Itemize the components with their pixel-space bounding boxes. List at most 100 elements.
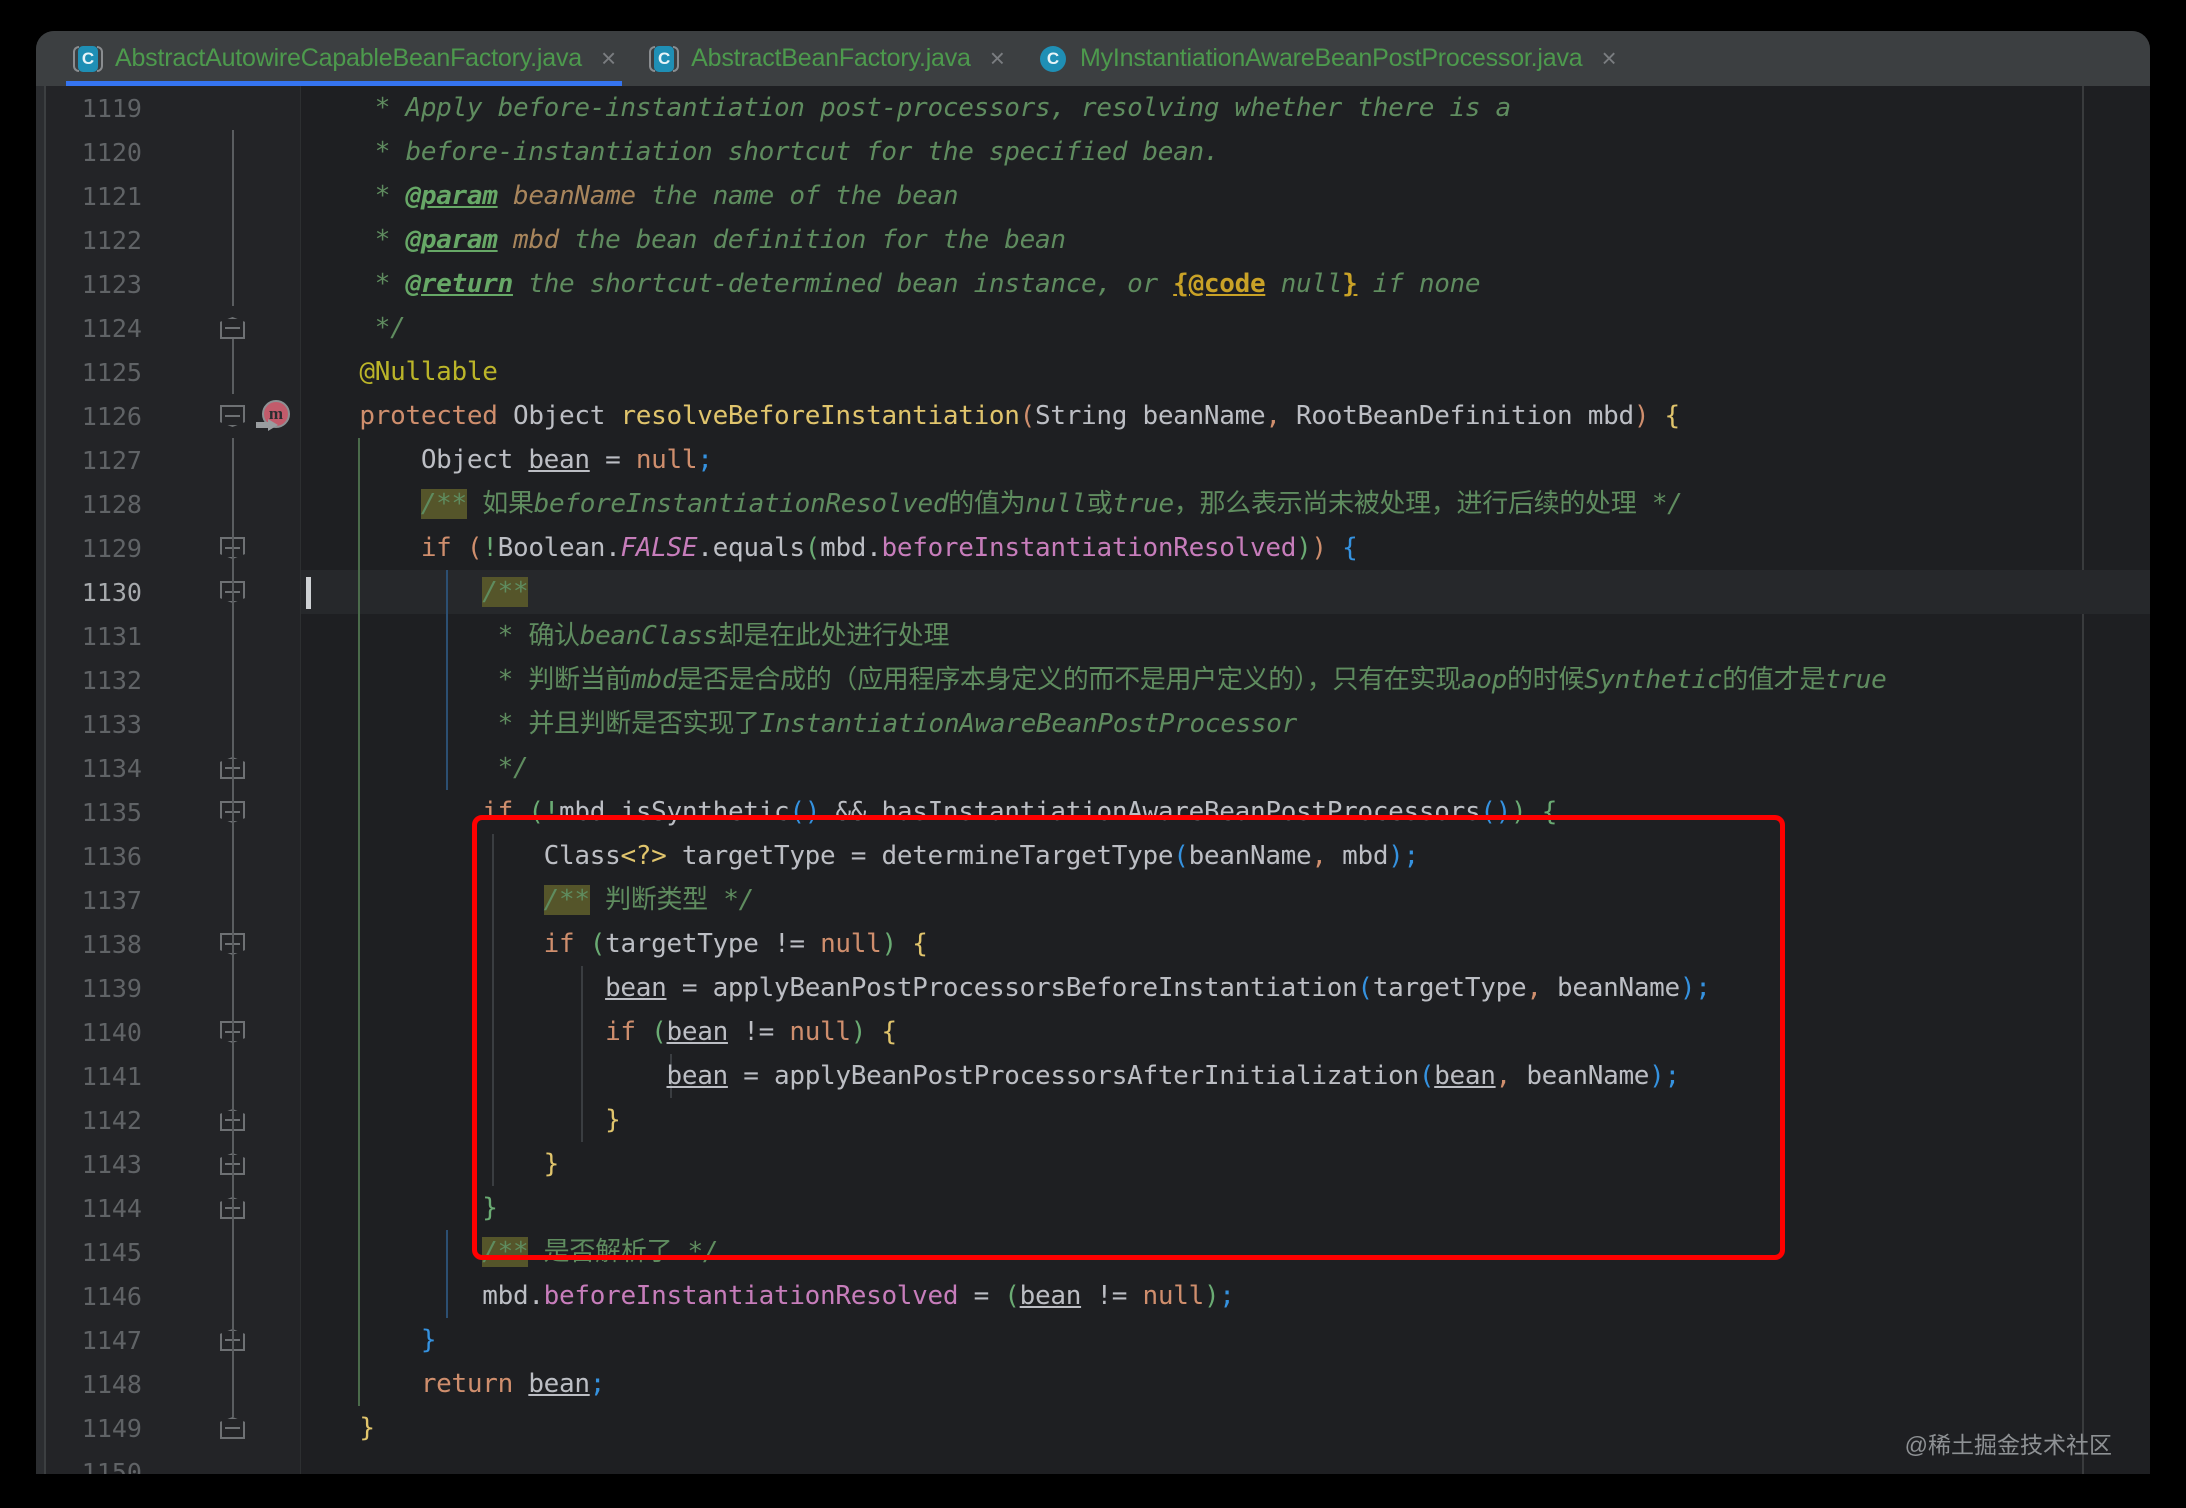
code-line-1129[interactable]: 1129 if (!Boolean.FALSE.equals(mbd.befor… [36,526,2150,570]
code-text: if (bean != null) { [605,1017,897,1047]
code-line-1150[interactable]: 1150 [36,1450,2150,1475]
gutter-marks [148,1406,298,1450]
code-line-1149[interactable]: 1149 } [36,1406,2150,1450]
code-line-1148[interactable]: 1148 return bean; [36,1362,2150,1406]
gutter-marks [148,1186,298,1230]
code-line-1136[interactable]: 1136 Class<?> targetType = determineTarg… [36,834,2150,878]
code-line-1141[interactable]: 1141 bean = applyBeanPostProcessorsAfter… [36,1054,2150,1098]
code-text: Object bean = null; [420,445,713,475]
code-line-1134[interactable]: 1134 */ [36,746,2150,790]
code-text: * @param beanName the name of the bean [298,181,959,211]
code-line-1133[interactable]: 1133 * 并且判断是否实现了InstantiationAwareBeanPo… [36,702,2150,746]
gutter-marks [148,570,298,614]
line-number: 1142 [81,1105,142,1135]
editor-tab-label: AbstractAutowireCapableBeanFactory.java [115,44,582,72]
code-line-1120[interactable]: 1120 * before-instantiation shortcut for… [36,130,2150,174]
fold-marker-end-icon[interactable] [220,1417,245,1439]
editor-tab-abstractbeanfactory[interactable]: C AbstractBeanFactory.java × [632,31,1021,86]
code-text: if (!mbd.isSynthetic() && hasInstantiati… [482,797,1558,827]
code-line-1123[interactable]: 1123 * @return the shortcut-determined b… [36,262,2150,306]
abstract-class-icon: C [649,45,680,73]
code-editor[interactable]: 1119 * Apply before-instantiation post-p… [36,86,2150,1474]
class-icon-letter: C [654,45,675,72]
code-text: } [420,1325,437,1355]
screenshot-root: C AbstractAutowireCapableBeanFactory.jav… [0,0,2186,1508]
line-number: 1136 [81,841,142,871]
code-line-1146[interactable]: 1146 mbd.beforeInstantiationResolved = (… [36,1274,2150,1318]
code-line-1125[interactable]: 1125 @Nullable [36,350,2150,394]
code-text: * 判断当前mbd是否是合成的（应用程序本身定义的而不是用户定义的），只有在实现… [298,665,1887,695]
gutter-marks [148,1098,298,1142]
code-text: } [543,1149,560,1179]
code-line-1142[interactable]: 1142 } [36,1098,2150,1142]
close-icon[interactable]: × [1601,45,1616,71]
line-number: 1150 [81,1457,142,1475]
code-text: } [605,1105,621,1135]
line-number: 1126 [81,401,142,431]
gutter-marks: m [148,394,298,438]
overridden-method-icon[interactable]: m [256,400,294,434]
gutter-marks [148,218,298,262]
code-text: bean = applyBeanPostProcessorsBeforeInst… [605,973,1711,1003]
gutter-marks [148,1230,298,1274]
editor-tab-myinstantiationawarebeanpostprocessor[interactable]: C MyInstantiationAwareBeanPostProcessor.… [1021,31,1633,86]
line-number: 1143 [81,1149,142,1179]
fold-marker-end-icon[interactable] [220,317,245,339]
ide-window: C AbstractAutowireCapableBeanFactory.jav… [36,31,2150,1474]
gutter-marks [148,1274,298,1318]
code-line-1121[interactable]: 1121 * @param beanName the name of the b… [36,174,2150,218]
line-number: 1129 [81,533,142,563]
gutter-marks [148,1054,298,1098]
gutter-marks [148,1318,298,1362]
class-icon: C [1039,45,1067,73]
code-line-1130[interactable]: 1130 /** [36,570,2150,614]
code-line-1119[interactable]: 1119 * Apply before-instantiation post-p… [36,86,2150,130]
code-text: * 并且判断是否实现了InstantiationAwareBeanPostPro… [298,709,1298,739]
line-number: 1138 [81,929,142,959]
code-line-1131[interactable]: 1131 * 确认beanClass却是在此处进行处理 [36,614,2150,658]
line-number: 1124 [81,313,142,343]
code-line-1138[interactable]: 1138 if (targetType != null) { [36,922,2150,966]
line-number: 1121 [81,181,142,211]
code-line-1122[interactable]: 1122 * @param mbd the bean definition fo… [36,218,2150,262]
code-text: Class<?> targetType = determineTargetTyp… [543,841,1420,871]
code-line-1144[interactable]: 1144 } [36,1186,2150,1230]
code-line-1128[interactable]: 1128 /** 如果beforeInstantiationResolved的值… [36,482,2150,526]
code-text: /** [482,577,529,607]
line-number: 1130 [81,577,142,607]
gutter-marks [148,306,298,350]
close-icon[interactable]: × [990,45,1005,71]
code-line-1126[interactable]: 1126 m protected Object resolveBeforeIns… [36,394,2150,438]
line-number: 1123 [81,269,142,299]
editor-tab-abstractautowirecapablebeanfactory[interactable]: C AbstractAutowireCapableBeanFactory.jav… [56,31,632,86]
code-text: if (!Boolean.FALSE.equals(mbd.beforeInst… [420,533,1358,563]
line-number: 1141 [81,1061,142,1091]
line-number: 1135 [81,797,142,827]
line-number: 1147 [81,1325,142,1355]
gutter-marks [148,878,298,922]
close-icon[interactable]: × [601,45,616,71]
fold-marker-start-icon[interactable] [220,405,245,427]
code-line-1147[interactable]: 1147 } [36,1318,2150,1362]
gutter-marks [148,130,298,174]
line-number: 1149 [81,1413,142,1443]
editor-tab-bar: C AbstractAutowireCapableBeanFactory.jav… [36,31,2150,86]
code-line-1145[interactable]: 1145 /** 是否解析了 */ [36,1230,2150,1274]
line-number: 1119 [81,93,142,123]
code-line-1137[interactable]: 1137 /** 判断类型 */ [36,878,2150,922]
code-text: @Nullable [298,357,498,387]
code-line-1135[interactable]: 1135 if (!mbd.isSynthetic() && hasInstan… [36,790,2150,834]
code-text: * 确认beanClass却是在此处进行处理 [298,621,950,651]
code-line-1124[interactable]: 1124 */ [36,306,2150,350]
code-line-1143[interactable]: 1143 } [36,1142,2150,1186]
gutter-marks [148,658,298,702]
code-text: bean = applyBeanPostProcessorsAfterIniti… [666,1061,1680,1091]
code-line-1139[interactable]: 1139 bean = applyBeanPostProcessorsBefor… [36,966,2150,1010]
code-line-1127[interactable]: 1127 Object bean = null; [36,438,2150,482]
gutter-marks [148,746,298,790]
code-text: */ [298,753,529,783]
line-number: 1146 [81,1281,142,1311]
line-number: 1128 [81,489,142,519]
code-line-1140[interactable]: 1140 if (bean != null) { [36,1010,2150,1054]
code-line-1132[interactable]: 1132 * 判断当前mbd是否是合成的（应用程序本身定义的而不是用户定义的），… [36,658,2150,702]
